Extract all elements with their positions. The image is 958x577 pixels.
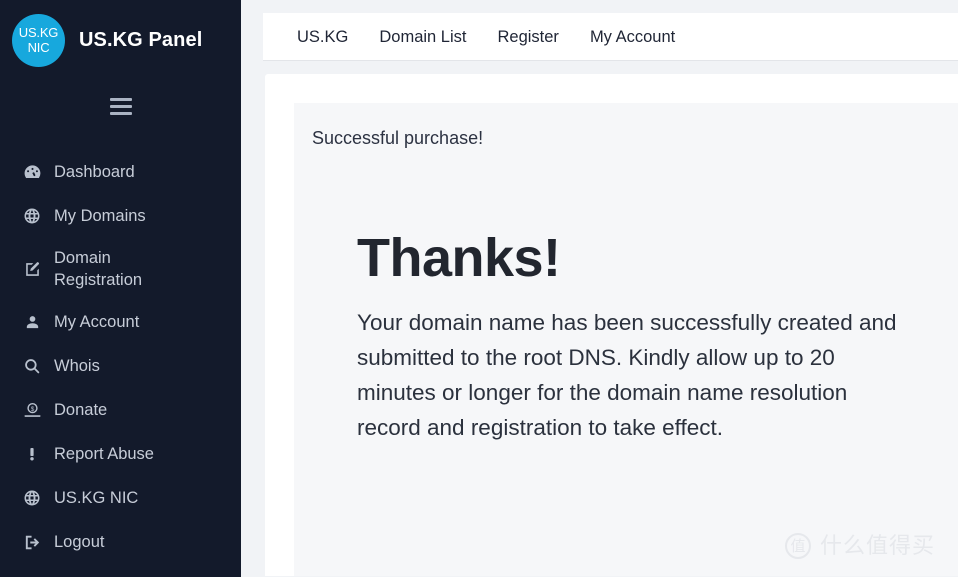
dashboard-icon [22,162,42,182]
tab-domain-list[interactable]: Domain List [379,27,466,47]
brand-logo-icon: US.KG NIC [12,13,65,67]
brand-title: US.KG Panel [79,28,203,51]
user-icon [22,312,42,332]
sidebar-item-label: Report Abuse [54,445,154,463]
thanks-heading: Thanks! [357,228,561,288]
sidebar-item-label: Logout [54,533,105,551]
sidebar-item-domain-registration[interactable]: Domain Registration [0,238,241,300]
tab-my-account[interactable]: My Account [590,27,675,47]
sidebar-item-my-domains[interactable]: My Domains [0,194,241,238]
thanks-message: Your domain name has been successfully c… [357,310,897,440]
sidebar-item-label: My Account [54,313,140,331]
svg-text:$: $ [30,405,34,412]
sidebar-item-label: US.KG NIC [54,489,139,507]
app-window: US.KG NIC US.KG Panel Dashboard My Domai… [0,0,958,577]
globe-icon [22,488,42,508]
sidebar: US.KG NIC US.KG Panel Dashboard My Domai… [0,0,241,577]
brand-logo-line2: NIC [27,40,50,55]
page-title: Successful purchase! [312,128,484,148]
thanks-block: Thanks! Your domain name has been succes… [312,161,928,445]
menu-toggle-row [0,78,241,134]
sidebar-item-label: Whois [54,357,100,375]
tab-register[interactable]: Register [497,27,558,47]
content-wrapper: Successful purchase! Thanks! Your domain… [263,61,958,576]
brand[interactable]: US.KG NIC US.KG Panel [0,0,241,67]
donate-icon: $ [22,400,42,420]
sidebar-item-label: My Domains [54,207,146,225]
exclamation-icon [22,444,42,464]
top-spacer [241,0,958,13]
hamburger-bar [109,111,132,115]
logout-icon [22,532,42,552]
sidebar-item-label: Domain Registration [54,249,143,289]
content-card: Successful purchase! Thanks! Your domain… [265,74,958,576]
sidebar-item-label: Dashboard [54,163,135,181]
edit-square-icon [22,259,42,279]
sidebar-item-my-account[interactable]: My Account [0,300,241,344]
top-navigation: US.KG Domain List Register My Account [263,13,958,61]
tab-uskg[interactable]: US.KG [297,27,348,47]
sidebar-item-dashboard[interactable]: Dashboard [0,150,241,194]
sidebar-item-donate[interactable]: $ Donate [0,388,241,432]
search-icon [22,356,42,376]
main-area: US.KG Domain List Register My Account Su… [241,0,958,577]
sidebar-nav: Dashboard My Domains Domain Registration… [0,150,241,564]
globe-icon [22,206,42,226]
purchase-result-panel: Successful purchase! Thanks! Your domain… [294,103,958,576]
hamburger-icon[interactable] [109,97,132,115]
brand-logo-line1: US.KG [18,25,59,40]
hamburger-bar [109,97,132,101]
sidebar-item-report-abuse[interactable]: Report Abuse [0,432,241,476]
sidebar-item-logout[interactable]: Logout [0,520,241,564]
sidebar-item-label: Donate [54,401,108,419]
sidebar-item-uskg-nic[interactable]: US.KG NIC [0,476,241,520]
hamburger-bar [109,104,132,108]
sidebar-item-whois[interactable]: Whois [0,344,241,388]
